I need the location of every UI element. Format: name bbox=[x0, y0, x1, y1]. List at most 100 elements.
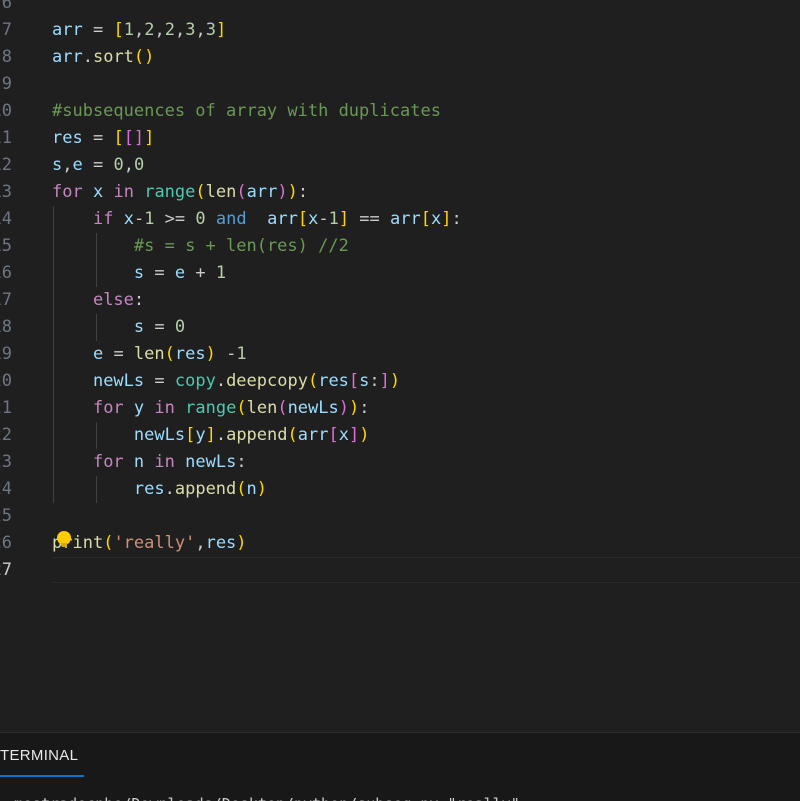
code-token: , bbox=[133, 20, 145, 40]
code-token: n bbox=[246, 479, 257, 499]
code-line[interactable]: 11 res = [[]] bbox=[0, 125, 800, 152]
code-token: append bbox=[174, 479, 237, 499]
code-line[interactable]: 20 newLs = copy.deepcopy(res[s:]) bbox=[0, 368, 800, 395]
code-token: y bbox=[133, 398, 145, 418]
code-token: ) bbox=[277, 182, 288, 202]
code-token: for bbox=[92, 398, 124, 418]
code-token: ] bbox=[144, 128, 155, 148]
code-token: y bbox=[195, 425, 206, 445]
code-line[interactable]: 9 bbox=[0, 71, 800, 98]
code-token: ( bbox=[307, 371, 319, 391]
code-token: 1 bbox=[144, 209, 155, 229]
code-token: x bbox=[92, 182, 104, 202]
code-line[interactable]: 25 bbox=[0, 503, 800, 530]
code-token: [ bbox=[113, 20, 124, 40]
code-token: == bbox=[349, 209, 391, 229]
code-token: = bbox=[82, 155, 114, 175]
code-token: 0 bbox=[133, 155, 145, 175]
code-token: , bbox=[62, 155, 73, 175]
code-token: , bbox=[174, 20, 186, 40]
code-token: : bbox=[369, 371, 380, 391]
code-line[interactable]: 12s,e = 0,0 bbox=[0, 152, 800, 179]
code-line[interactable]: 7 arr = [1,2,2,3,3] bbox=[0, 17, 800, 44]
code-text: arr = [1,2,2,3,3] bbox=[52, 17, 226, 44]
code-line[interactable]: 19 e = len(res) -1 bbox=[0, 341, 800, 368]
code-editor[interactable]: 6 7 arr = [1,2,2,3,3]8arr.sort() 9 10#subseq… bbox=[0, 0, 800, 732]
code-text: newLs = copy.deepcopy(res[s:]) bbox=[52, 368, 400, 395]
code-line[interactable]: 22 newLs[y].append(arr[x]) bbox=[0, 422, 800, 449]
line-number: 7 bbox=[1, 20, 12, 40]
line-number: 21 bbox=[0, 398, 12, 418]
code-token: newLs bbox=[185, 452, 237, 472]
code-line[interactable]: 8 arr.sort() bbox=[0, 44, 800, 71]
code-text: for n in newLs: bbox=[52, 449, 247, 476]
indent-guide bbox=[96, 233, 97, 287]
code-line[interactable]: 17 else: bbox=[0, 287, 800, 314]
code-token: - bbox=[318, 209, 329, 229]
code-line[interactable]: 10 #subsequences of array with duplicates bbox=[0, 98, 800, 125]
code-token: x bbox=[338, 425, 349, 445]
code-token: s bbox=[52, 155, 63, 175]
code-token: . bbox=[82, 47, 93, 67]
code-token: in bbox=[113, 182, 134, 202]
code-token: [ bbox=[328, 425, 339, 445]
code-token: ] bbox=[348, 425, 360, 445]
code-text: e = len(res) -1 bbox=[52, 341, 247, 368]
code-token: ) bbox=[236, 533, 247, 553]
code-token: + bbox=[185, 263, 216, 283]
code-line[interactable]: 6 bbox=[0, 0, 800, 17]
code-line[interactable]: 27 bbox=[0, 557, 800, 584]
line-number: 9 bbox=[1, 74, 12, 94]
code-line[interactable]: 15 #s = s + len(res) //2 bbox=[0, 233, 800, 260]
code-line[interactable]: 23 for n in newLs: bbox=[0, 449, 800, 476]
code-token: res bbox=[133, 479, 165, 499]
code-line[interactable]: 16 s = e + 1 bbox=[0, 260, 800, 287]
indent-guide bbox=[96, 476, 97, 503]
code-token: ) bbox=[359, 425, 370, 445]
code-token: ] bbox=[379, 371, 390, 391]
code-line[interactable]: 13for x in range(len(arr)): bbox=[0, 179, 800, 206]
code-token: newLs bbox=[133, 425, 186, 445]
indent-guide bbox=[96, 422, 97, 449]
line-number: 13 bbox=[0, 182, 12, 202]
line-number: 24 bbox=[0, 479, 12, 499]
code-token: range bbox=[144, 182, 196, 202]
code-token: arr bbox=[390, 209, 421, 229]
code-token: = bbox=[144, 317, 175, 337]
lightbulb-icon[interactable] bbox=[57, 531, 71, 547]
code-token: s bbox=[359, 371, 370, 391]
tab-terminal[interactable]: TERMINAL bbox=[0, 747, 78, 775]
code-text: s = 0 bbox=[52, 314, 185, 341]
code-token: : bbox=[133, 290, 145, 310]
code-token: 'really' bbox=[113, 533, 196, 553]
code-token: [ bbox=[113, 128, 124, 148]
code-token: ( bbox=[103, 533, 114, 553]
line-number: 11 bbox=[0, 128, 12, 148]
code-text: else: bbox=[52, 287, 144, 314]
code-line[interactable]: 26 print('really',res) bbox=[0, 530, 800, 557]
code-token: = bbox=[82, 20, 114, 40]
line-number: 20 bbox=[0, 371, 12, 391]
code-line[interactable]: 18 s = 0 bbox=[0, 314, 800, 341]
code-text: res.append(n) bbox=[52, 476, 267, 503]
code-line[interactable]: 21 for y in range(len(newLs)): bbox=[0, 395, 800, 422]
code-text: arr.sort() bbox=[52, 44, 154, 71]
code-token: in bbox=[154, 398, 175, 418]
bottom-panel: TERMINAL mestradecnhe/Downloads/Desktop/… bbox=[0, 732, 800, 801]
code-token: 1 bbox=[123, 20, 134, 40]
code-line[interactable]: 14 if x-1 >= 0 and arr[x-1] == arr[x]: bbox=[0, 206, 800, 233]
code-line[interactable]: 24 res.append(n) bbox=[0, 476, 800, 503]
code-token: ) bbox=[349, 398, 360, 418]
code-token: copy bbox=[174, 371, 216, 391]
